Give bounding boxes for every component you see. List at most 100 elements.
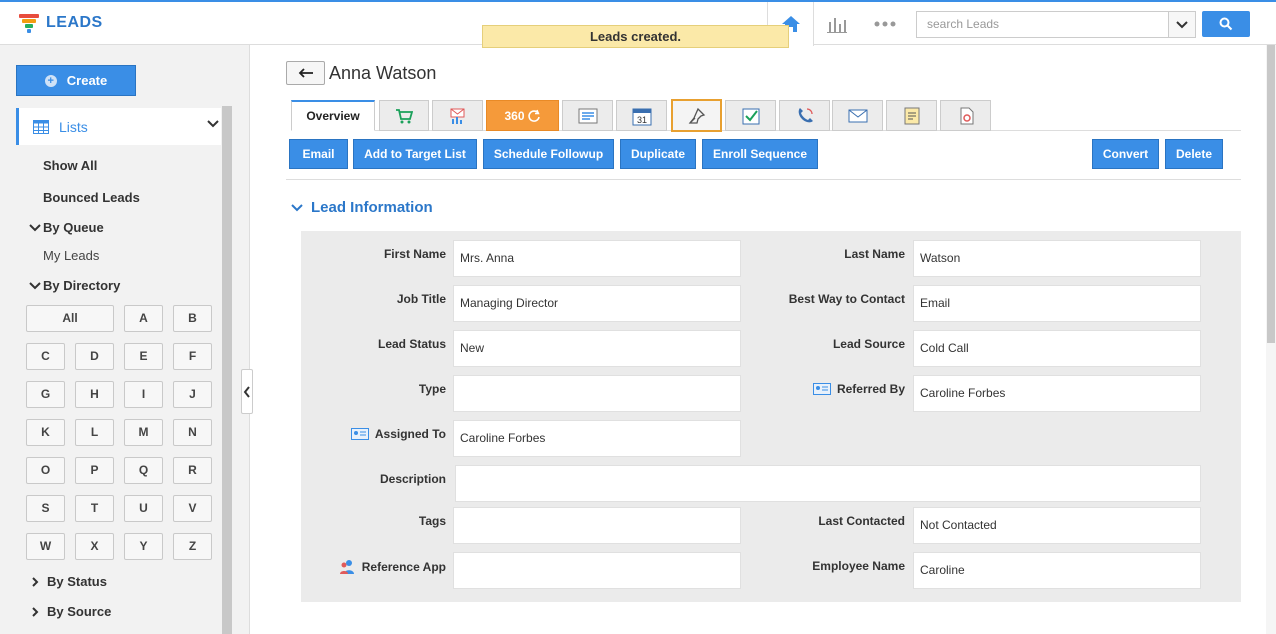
assigned-to-field[interactable]: Caroline Forbes <box>453 420 741 457</box>
sidebar-group-by-queue[interactable]: By Queue <box>28 220 104 235</box>
back-arrow-icon <box>298 68 313 78</box>
tab-tasks[interactable] <box>725 100 776 131</box>
search-button[interactable] <box>1202 11 1250 37</box>
letter-filter[interactable]: E <box>124 343 163 370</box>
chevron-right-icon <box>32 576 39 587</box>
reports-icon[interactable] <box>824 12 850 36</box>
letter-filter[interactable]: K <box>26 419 65 446</box>
sidebar-scrollbar[interactable] <box>222 106 232 634</box>
letter-filter[interactable]: C <box>26 343 65 370</box>
tab-overview[interactable]: Overview <box>291 100 375 131</box>
letter-filter[interactable]: X <box>75 533 114 560</box>
type-field[interactable] <box>453 375 741 412</box>
section-lead-information[interactable]: Lead Information <box>291 199 433 216</box>
email-button[interactable]: Email <box>289 139 348 169</box>
first-name-field[interactable]: Mrs. Anna <box>453 240 741 277</box>
letter-filter[interactable]: A <box>124 305 163 332</box>
letter-filter[interactable]: Z <box>173 533 212 560</box>
reference-app-field[interactable] <box>453 552 741 589</box>
back-button[interactable] <box>286 61 325 85</box>
referred-by-field[interactable]: Caroline Forbes <box>913 375 1201 412</box>
tab-notes[interactable] <box>886 100 937 131</box>
letter-filter-all[interactable]: All <box>26 305 114 332</box>
letter-filter[interactable]: V <box>173 495 212 522</box>
sidebar-item-my-leads[interactable]: My Leads <box>43 248 99 263</box>
tab-details[interactable] <box>562 100 613 131</box>
letter-filter[interactable]: S <box>26 495 65 522</box>
users-icon[interactable] <box>338 559 356 575</box>
enroll-sequence-button[interactable]: Enroll Sequence <box>702 139 818 169</box>
by-source-label: By Source <box>47 604 112 619</box>
notes-icon <box>904 107 919 124</box>
divider <box>286 179 1241 180</box>
letter-filter[interactable]: N <box>173 419 212 446</box>
letter-filter[interactable]: O <box>26 457 65 484</box>
tab-campaign-reports[interactable] <box>432 100 483 131</box>
tab-pin[interactable] <box>671 99 722 132</box>
letter-filter[interactable]: M <box>124 419 163 446</box>
add-to-target-list-button[interactable]: Add to Target List <box>353 139 477 169</box>
delete-button[interactable]: Delete <box>1165 139 1223 169</box>
sidebar-item-show-all[interactable]: Show All <box>43 158 97 173</box>
letter-filter[interactable]: J <box>173 381 212 408</box>
sidebar-group-by-directory[interactable]: By Directory <box>28 278 120 293</box>
lead-information-form: First Name Mrs. Anna Last Name Watson Jo… <box>301 231 1241 602</box>
lists-dropdown[interactable]: Lists <box>16 108 221 145</box>
sidebar-group-by-source[interactable]: By Source <box>28 604 111 619</box>
last-name-label: Last Name <box>844 247 905 261</box>
last-name-field[interactable]: Watson <box>913 240 1201 277</box>
letter-filter[interactable]: I <box>124 381 163 408</box>
sidebar-group-by-status[interactable]: By Status <box>28 574 107 589</box>
envelope-icon <box>848 109 867 122</box>
best-way-to-contact-field[interactable]: Email <box>913 285 1201 322</box>
create-label: Create <box>66 73 108 88</box>
app-logo[interactable]: LEADS <box>18 12 103 34</box>
more-icon[interactable] <box>872 12 898 36</box>
duplicate-button[interactable]: Duplicate <box>620 139 696 169</box>
assigned-to-label: Assigned To <box>374 427 446 441</box>
letter-filter[interactable]: P <box>75 457 114 484</box>
lead-status-field[interactable]: New <box>453 330 741 367</box>
letter-filter[interactable]: L <box>75 419 114 446</box>
page-scrollbar[interactable] <box>1266 45 1276 634</box>
chevron-down-icon <box>291 203 303 211</box>
letter-filter[interactable]: Y <box>124 533 163 560</box>
letter-filter[interactable]: H <box>75 381 114 408</box>
contact-card-icon[interactable] <box>350 428 369 440</box>
sidebar-item-bounced-leads[interactable]: Bounced Leads <box>43 190 140 205</box>
schedule-followup-button[interactable]: Schedule Followup <box>483 139 614 169</box>
refresh-icon <box>527 109 540 122</box>
last-contacted-field[interactable]: Not Contacted <box>913 507 1201 544</box>
tags-field[interactable] <box>453 507 741 544</box>
tab-calendar[interactable]: 31 <box>616 100 667 131</box>
employee-name-field[interactable]: Caroline <box>913 552 1201 589</box>
tab-360-view[interactable]: 360 <box>486 100 559 131</box>
referred-by-label-wrap: Referred By <box>760 382 905 396</box>
lead-source-field[interactable]: Cold Call <box>913 330 1201 367</box>
letter-filter[interactable]: U <box>124 495 163 522</box>
letter-filter[interactable]: T <box>75 495 114 522</box>
letter-filter[interactable]: G <box>26 381 65 408</box>
convert-button[interactable]: Convert <box>1092 139 1159 169</box>
letter-filter[interactable]: F <box>173 343 212 370</box>
create-button[interactable]: + Create <box>16 65 136 96</box>
letter-filter[interactable]: B <box>173 305 212 332</box>
letter-filter[interactable]: R <box>173 457 212 484</box>
tab-emails[interactable] <box>832 100 883 131</box>
tab-attachments[interactable] <box>940 100 991 131</box>
description-field[interactable] <box>455 465 1201 502</box>
letter-filter[interactable]: W <box>26 533 65 560</box>
contact-card-icon[interactable] <box>812 383 831 395</box>
search-dropdown-button[interactable] <box>1168 11 1196 38</box>
reference-app-label-wrap: Reference App <box>301 559 446 575</box>
scrollbar-thumb[interactable] <box>1267 45 1275 343</box>
app-name: LEADS <box>46 14 103 31</box>
search-input[interactable]: search Leads <box>916 11 1168 38</box>
description-label: Description <box>379 472 446 486</box>
tab-calls[interactable] <box>779 100 830 131</box>
tab-orders[interactable] <box>379 100 429 131</box>
job-title-field[interactable]: Managing Director <box>453 285 741 322</box>
letter-filter[interactable]: D <box>75 343 114 370</box>
cart-icon <box>396 108 413 123</box>
letter-filter[interactable]: Q <box>124 457 163 484</box>
